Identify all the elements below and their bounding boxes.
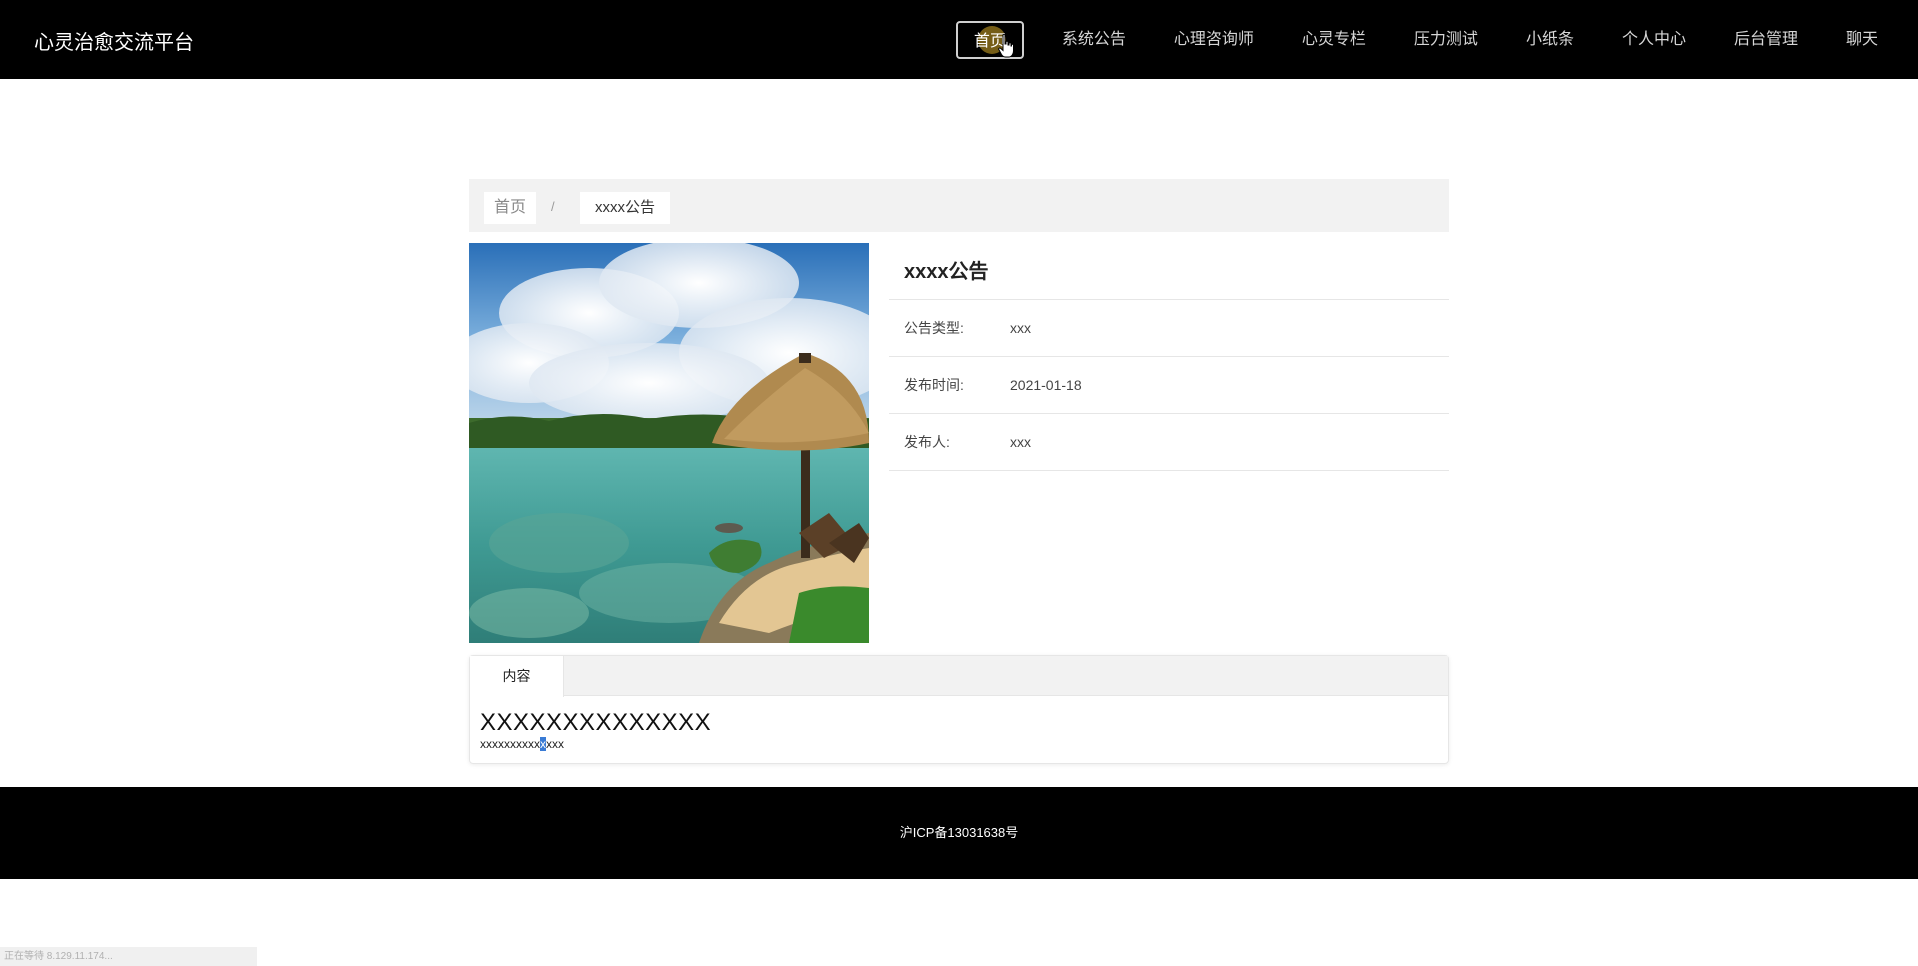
- info-label: 发布人:: [904, 434, 950, 450]
- nav-item-column[interactable]: 心灵专栏: [1282, 21, 1386, 59]
- info-row-type: 公告类型: xxx: [889, 300, 1449, 357]
- announcement-image: [469, 243, 869, 643]
- info-value: xxx: [1010, 320, 1031, 336]
- top-navbar: 心灵治愈交流平台 首页 系统公告 心理咨询师 心灵专栏 压力测试 小纸条 个人中…: [0, 0, 1918, 79]
- info-row-publisher: 发布人: xxx: [889, 414, 1449, 471]
- info-value: xxx: [1010, 434, 1031, 450]
- nav-item-chat[interactable]: 聊天: [1826, 21, 1898, 59]
- tab-header: 内容: [470, 656, 1448, 697]
- info-value: 2021-01-18: [1010, 377, 1082, 393]
- site-brand[interactable]: 心灵治愈交流平台: [34, 26, 194, 55]
- announcement-info: xxxx公告 公告类型: xxx 发布时间: 2021-01-18 发布人: x…: [889, 243, 1449, 471]
- hand-cursor-icon: [998, 34, 1014, 58]
- nav-item-announcements[interactable]: 系统公告: [1042, 21, 1146, 59]
- breadcrumb-current: xxxx公告: [580, 192, 671, 224]
- main-nav: 首页 系统公告 心理咨询师 心灵专栏 压力测试 小纸条 个人中心 后台管理 聊天: [952, 0, 1918, 79]
- breadcrumb-separator: /: [551, 199, 555, 214]
- info-label: 发布时间:: [904, 377, 964, 393]
- nav-item-stress-test[interactable]: 压力测试: [1394, 21, 1498, 59]
- browser-status-bar: 正在等待 8.129.11.174...: [0, 947, 257, 966]
- tab-content[interactable]: 内容: [470, 656, 564, 697]
- announcement-title: xxxx公告: [889, 243, 1449, 300]
- nav-item-admin[interactable]: 后台管理: [1714, 21, 1818, 59]
- info-row-publish-time: 发布时间: 2021-01-18: [889, 357, 1449, 414]
- tab-body: XXXXXXXXXXXXXX xxxxxxxxxxxxxx: [470, 696, 1448, 752]
- content-paragraph: xxxxxxxxxxxxxx: [480, 737, 564, 751]
- footer: 沪ICP备13031638号: [0, 787, 1918, 879]
- content-tabs: 内容 XXXXXXXXXXXXXX xxxxxxxxxxxxxx: [469, 655, 1449, 764]
- content-heading: XXXXXXXXXXXXXX: [480, 709, 712, 736]
- footer-icp[interactable]: 沪ICP备13031638号: [0, 787, 1918, 879]
- nav-item-profile[interactable]: 个人中心: [1602, 21, 1706, 59]
- nav-item-counselors[interactable]: 心理咨询师: [1154, 21, 1274, 59]
- breadcrumb-home-link[interactable]: 首页: [484, 192, 537, 224]
- info-label: 公告类型:: [904, 320, 964, 336]
- nav-item-notes[interactable]: 小纸条: [1506, 21, 1594, 59]
- breadcrumb: 首页 / xxxx公告: [469, 179, 1449, 232]
